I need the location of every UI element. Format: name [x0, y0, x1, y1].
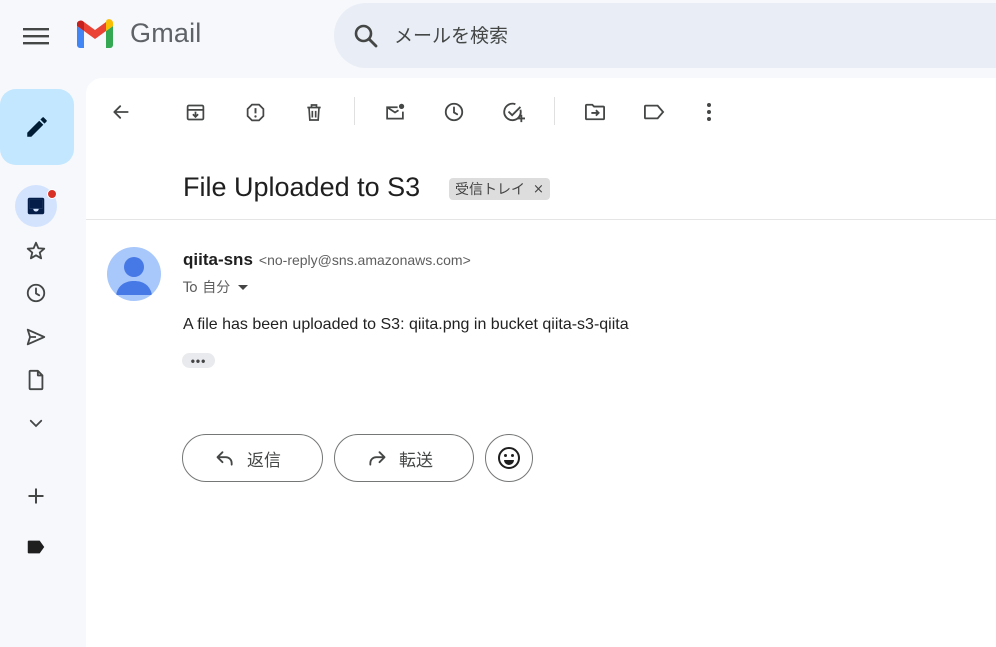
sender-info: qiita-sns <no-reply@sns.amazonaws.com> — [183, 250, 471, 270]
remove-label-icon[interactable]: × — [533, 182, 544, 197]
gmail-m-icon — [77, 19, 113, 48]
mark-unread-button[interactable] — [375, 92, 415, 132]
sidebar-item-drafts[interactable] — [15, 359, 57, 401]
label-chip-text: 受信トレイ — [455, 182, 525, 198]
show-trimmed-content-button[interactable]: ••• — [182, 353, 215, 368]
sidebar-item-label[interactable] — [15, 526, 57, 568]
snooze-button[interactable] — [434, 92, 474, 132]
menu-icon — [23, 28, 49, 45]
recipient-line[interactable]: To 自分 — [183, 277, 249, 297]
snooze-icon — [444, 102, 464, 122]
mark-unread-icon — [386, 103, 405, 119]
add-task-icon — [503, 102, 525, 123]
draft-icon — [28, 369, 44, 391]
add-to-tasks-button[interactable] — [494, 92, 534, 132]
sidebar-item-inbox[interactable] — [15, 185, 57, 227]
sidebar-item-snoozed[interactable] — [15, 272, 57, 314]
reply-label: 返信 — [247, 450, 281, 471]
star-icon — [26, 241, 46, 260]
plus-icon — [28, 488, 44, 504]
sidebar-item-more[interactable] — [15, 402, 57, 444]
pencil-icon — [27, 117, 47, 137]
search-input[interactable] — [394, 24, 894, 47]
message-body: A file has been uploaded to S3: qiita.pn… — [183, 316, 629, 333]
chevron-down-icon — [29, 419, 43, 428]
labels-button[interactable] — [634, 92, 674, 132]
clock-icon — [26, 283, 46, 303]
toolbar-separator — [554, 97, 555, 125]
archive-icon — [186, 104, 204, 120]
move-to-icon — [585, 103, 605, 121]
labels-icon — [644, 104, 665, 120]
compose-button[interactable] — [0, 89, 74, 165]
archive-button[interactable] — [175, 92, 215, 132]
person-icon — [116, 257, 152, 295]
search-icon[interactable] — [352, 22, 380, 50]
notification-dot — [47, 189, 57, 199]
message-pane: File Uploaded to S3 受信トレイ × qiita-sns <n… — [86, 78, 996, 647]
inbox-label-chip[interactable]: 受信トレイ × — [449, 178, 550, 200]
toolbar-separator — [354, 97, 355, 125]
report-spam-button[interactable] — [235, 92, 275, 132]
avatar[interactable] — [107, 247, 161, 301]
send-icon — [26, 328, 46, 346]
sidebar-item-sent[interactable] — [15, 316, 57, 358]
more-vert-icon — [707, 103, 711, 121]
forward-label: 転送 — [399, 450, 433, 471]
forward-button[interactable]: 転送 — [334, 434, 474, 482]
smiley-icon — [498, 447, 520, 469]
label-icon — [27, 540, 45, 554]
sender-email: <no-reply@sns.amazonaws.com> — [258, 252, 471, 268]
more-options-button[interactable] — [689, 92, 729, 132]
header-divider — [86, 219, 996, 220]
message-subject: File Uploaded to S3 — [183, 172, 421, 202]
delete-button[interactable] — [294, 92, 334, 132]
create-label-button[interactable] — [15, 475, 57, 517]
recipient-text: To 自分 — [183, 280, 231, 296]
back-button[interactable] — [101, 92, 141, 132]
inbox-icon — [27, 197, 45, 215]
gmail-logo[interactable]: Gmail — [74, 17, 202, 49]
back-icon — [113, 105, 129, 119]
delete-icon — [307, 103, 321, 121]
move-to-button[interactable] — [575, 92, 615, 132]
caret-down-icon[interactable] — [238, 284, 249, 290]
report-spam-icon — [246, 103, 264, 121]
emoji-reaction-button[interactable] — [485, 434, 533, 482]
reply-icon — [216, 451, 233, 466]
forward-icon — [369, 451, 386, 466]
search-bar[interactable] — [334, 3, 996, 68]
sender-name[interactable]: qiita-sns — [183, 250, 253, 270]
message-toolbar — [86, 78, 996, 142]
sidebar-item-starred[interactable] — [15, 230, 57, 272]
main-menu-button[interactable] — [16, 16, 56, 56]
app-name: Gmail — [130, 17, 202, 48]
reply-button[interactable]: 返信 — [182, 434, 323, 482]
